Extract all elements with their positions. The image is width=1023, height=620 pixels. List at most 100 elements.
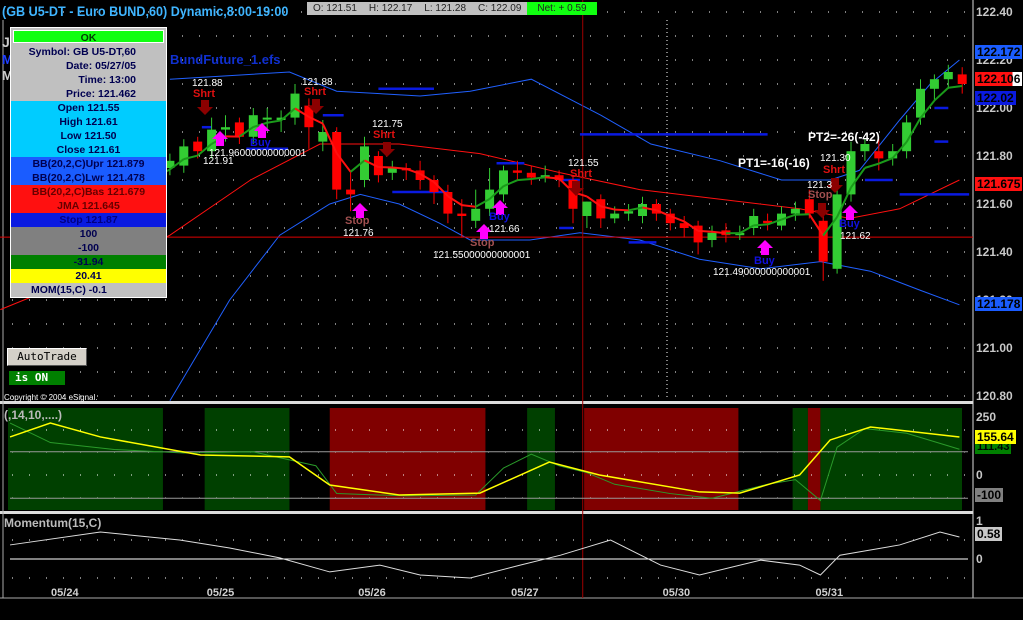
candle-body	[318, 132, 328, 142]
stop-signal-label: Stop	[345, 215, 370, 227]
signal-price: 121.55000000000001	[433, 250, 531, 261]
signal-price: 121.91	[203, 156, 234, 167]
osc-tick: 0	[976, 468, 983, 482]
jma-line-segment	[739, 224, 755, 234]
last-price-tag: 122.106	[975, 72, 1023, 86]
candle-body	[512, 170, 522, 173]
mom-tick: 1	[976, 514, 983, 528]
popup-symbol: Symbol: GB U5-DT,60	[28, 46, 136, 58]
popup-stop: Stop 121.87	[11, 213, 166, 227]
candle-body	[804, 199, 814, 214]
popup-low: Low 121.50	[11, 129, 166, 143]
short-signal-label: Shrt	[373, 129, 395, 141]
osc-signal-tag: 155.64	[975, 430, 1016, 444]
osc-tick: 250	[976, 410, 997, 424]
candle-body	[860, 144, 870, 152]
ohlc-low: L: 121.28	[424, 3, 467, 14]
mom-tick: 0	[976, 552, 983, 566]
jma-line-segment	[461, 204, 476, 208]
buy-arrow-icon	[757, 240, 773, 255]
bb-upper-tag: 122.172	[975, 45, 1023, 59]
candle-body	[262, 117, 272, 120]
candle-body	[596, 199, 606, 219]
study-letter: J	[2, 34, 10, 50]
momentum-line	[9, 531, 960, 579]
popup-bb-basis: BB(20,2,C)Bas 121.679	[11, 185, 166, 199]
buy-signal-label: Buy	[754, 255, 775, 267]
price-tick: 120.80	[976, 389, 1013, 403]
candle-body	[638, 204, 647, 216]
candle-body	[346, 189, 356, 195]
signal-price: 121.76	[343, 228, 374, 239]
stop-tag: 122.02	[975, 91, 1016, 105]
candle-body	[499, 170, 508, 195]
candle-body	[332, 132, 342, 190]
popup-bb-upper: BB(20,2,C)Upr 121.879	[11, 157, 166, 171]
price-tick: 121.00	[976, 341, 1013, 355]
jma-line-segment	[753, 223, 768, 227]
oscillator-zone	[584, 408, 739, 510]
candle-body	[818, 220, 828, 262]
signal-price: 121.49000000000001	[713, 267, 811, 278]
candle-body	[610, 213, 620, 219]
ok-button[interactable]: OK	[13, 30, 164, 44]
date-tick: 05/26	[358, 587, 386, 599]
jma-line-segment	[392, 166, 407, 170]
popup-level-minus100: -100	[11, 241, 166, 255]
jma-line-segment	[864, 162, 880, 169]
signal-price: 121.66	[489, 224, 520, 235]
ohlc-close: C: 122.09	[478, 3, 522, 14]
buy-signal-label: Buy	[250, 137, 271, 149]
bb-basis-tag: 121.675	[975, 177, 1023, 191]
candle-body	[929, 79, 939, 89]
oscillator-zone	[8, 408, 163, 510]
profit-target-2-label: PT2=-26(-42)	[808, 130, 880, 144]
stop-signal-label: Stop	[470, 237, 495, 249]
candle-body	[193, 141, 203, 152]
ohlc-bar: O: 121.51 H: 122.17 L: 121.28 C: 122.09 …	[307, 2, 597, 15]
candle-body	[790, 208, 800, 214]
popup-close: Close 121.61	[11, 143, 166, 157]
candle-body	[582, 201, 592, 216]
date-tick: 05/31	[815, 587, 844, 599]
popup-momentum: MOM(15,C) -0.1	[31, 284, 107, 296]
cursor-data-window[interactable]: OK Symbol: GB U5-DT,60 Date: 05/27/05 Ti…	[10, 27, 167, 298]
short-signal-label: Shrt	[823, 164, 845, 176]
oscillator-zone	[792, 408, 808, 510]
stop-signal-label: Stop	[808, 189, 833, 201]
ohlc-open: O: 121.51	[313, 3, 357, 14]
jma-line-segment	[698, 229, 713, 233]
candle-body	[221, 127, 230, 130]
date-tick: 05/30	[662, 587, 691, 599]
oscillator-zone	[527, 408, 555, 510]
candle-body	[290, 93, 300, 118]
jma-line-segment	[933, 86, 949, 102]
profit-target-1-label: PT1=-16(-16)	[738, 156, 810, 170]
popup-open: Open 121.55	[11, 101, 166, 115]
candle-body	[707, 232, 717, 240]
oscillator-zone	[204, 408, 290, 510]
autotrade-status: is ON	[9, 371, 65, 385]
candle-body	[957, 74, 967, 84]
jma-line-segment	[545, 176, 560, 180]
esignal-chart-window: (GB U5-DT - Euro BUND,60) Dynamic,8:00-1…	[0, 0, 1023, 620]
popup-level-100: 100	[11, 227, 166, 241]
signal-price: 121.62	[840, 231, 871, 242]
popup-time: Time: 13:00	[78, 74, 136, 86]
momentum-label: Momentum(15,C)	[4, 516, 102, 530]
price-tick: 121.60	[976, 197, 1013, 211]
short-arrow-icon	[814, 203, 830, 218]
signal-price: 121.30	[820, 153, 851, 164]
autotrade-button[interactable]: AutoTrade	[7, 348, 87, 366]
popup-high: High 121.61	[11, 115, 166, 129]
short-signal-label: Shrt	[570, 168, 592, 180]
osc-level-tag: -100	[975, 488, 1004, 502]
candle-body	[179, 146, 189, 166]
candle-body	[624, 211, 634, 214]
popup-osc-raw: -31.94	[11, 255, 166, 269]
date-tick: 05/25	[206, 587, 235, 599]
popup-date: Date: 05/27/05	[65, 60, 136, 72]
popup-jma: JMA 121.645	[11, 199, 166, 213]
oscillator-zone	[820, 408, 962, 510]
price-tick: 122.40	[976, 5, 1013, 19]
